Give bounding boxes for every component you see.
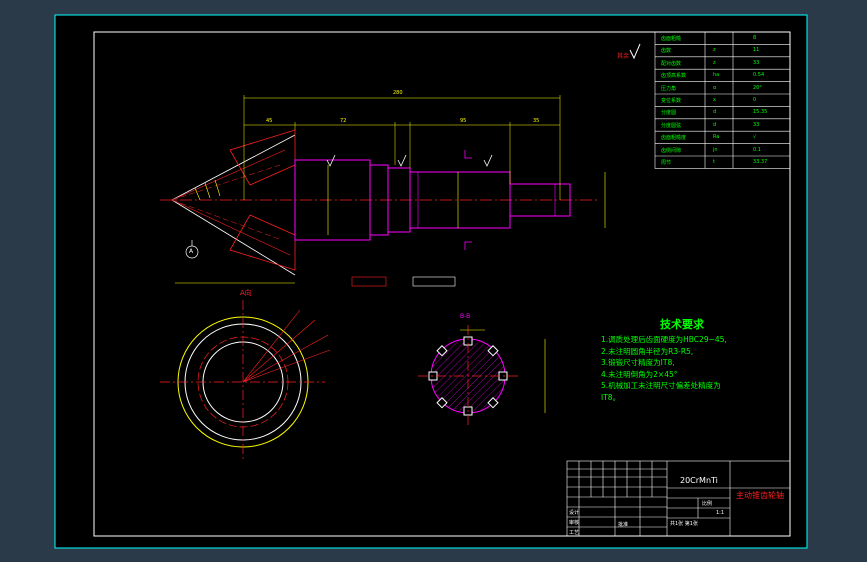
tech-req-item: 5.机械加工未注明尺寸偏差处精度为 xyxy=(601,381,721,390)
gear-param-name: 分度圆弦 xyxy=(661,122,682,129)
section-a-title: A向 xyxy=(240,289,252,297)
material-label: 20CrMnTi xyxy=(680,476,718,485)
gear-param-value: 33 xyxy=(753,59,760,66)
dim-seg1: 45 xyxy=(266,118,273,124)
tech-req-item: IT8。 xyxy=(601,392,621,402)
gear-param-name: 分度圆 xyxy=(661,110,677,117)
scale-label: 比例 xyxy=(702,501,713,507)
gear-param-symbol: t xyxy=(713,159,715,165)
gear-param-name: 齿面粗糙度 xyxy=(661,135,687,142)
gear-param-value: 8 xyxy=(753,35,757,41)
gear-param-name: 变位系数 xyxy=(661,98,682,104)
gear-param-value: 11 xyxy=(753,47,760,54)
gear-param-symbol: d xyxy=(713,121,717,128)
dim-seg3: 95 xyxy=(460,118,467,124)
gear-param-value: 0.1 xyxy=(753,146,761,153)
gear-param-name: 配对齿数 xyxy=(661,60,682,67)
cad-drawing-canvas: 其余 xyxy=(54,14,808,549)
gear-param-symbol: d xyxy=(713,109,717,116)
gear-param-symbol: x xyxy=(713,97,716,103)
gear-param-name: 齿数 xyxy=(661,48,672,55)
dim-seg2: 72 xyxy=(340,118,347,124)
tech-req-item: 1.调质处理后齿面硬度为HBC29~45, xyxy=(601,335,727,344)
process-label: 工艺 xyxy=(569,530,580,536)
gear-param-value: 33 xyxy=(753,121,760,128)
dim-overall: 280 xyxy=(393,90,403,96)
checker-label: 审核 xyxy=(569,520,580,526)
tech-req-item: 2.未注明圆角半径为R3-R5, xyxy=(601,346,694,356)
gear-param-symbol: ha xyxy=(713,72,720,79)
gear-param-symbol: z xyxy=(713,59,716,66)
gear-param-symbol: jn xyxy=(713,146,718,153)
gear-param-name: 压力角 xyxy=(661,85,677,92)
svg-text:其余: 其余 xyxy=(617,52,629,60)
gear-param-name: 齿侧间隙 xyxy=(661,147,682,154)
gear-param-value: 0 xyxy=(753,97,757,103)
gear-param-value: 33.37 xyxy=(753,159,768,165)
approve-label: 批准 xyxy=(618,522,629,528)
sheet-info: 共1张 第1张 xyxy=(670,521,698,527)
tech-req-item: 4.未注明倒角为2×45° xyxy=(601,369,678,379)
drawing-name: 主动锥齿轮轴 xyxy=(736,491,784,500)
gear-param-symbol: z xyxy=(713,47,716,54)
datum-a-label: A xyxy=(189,248,194,255)
gear-param-symbol: Ra xyxy=(713,134,720,141)
scale-value: 1:1 xyxy=(716,510,725,516)
section-b-title: B-B xyxy=(460,313,471,320)
tech-req-title: 技术要求 xyxy=(660,318,704,331)
designer-label: 设计 xyxy=(569,510,580,516)
gear-param-symbol: α xyxy=(713,84,717,91)
gear-param-value: 0.54 xyxy=(753,72,765,79)
gear-param-name: 齿面粗糙 xyxy=(661,36,682,42)
gear-param-value: 20° xyxy=(753,84,762,91)
gear-param-name: 齿顶高系数 xyxy=(661,73,687,80)
dim-seg4: 35 xyxy=(533,118,540,124)
gear-param-value: √ xyxy=(753,134,757,141)
tech-req-item: 3.锻锻尺寸精度为IT8, xyxy=(601,358,675,367)
gear-param-value: 15.35 xyxy=(753,109,768,116)
drawing-sheet xyxy=(54,14,808,549)
gear-param-name: 周节 xyxy=(661,160,672,166)
